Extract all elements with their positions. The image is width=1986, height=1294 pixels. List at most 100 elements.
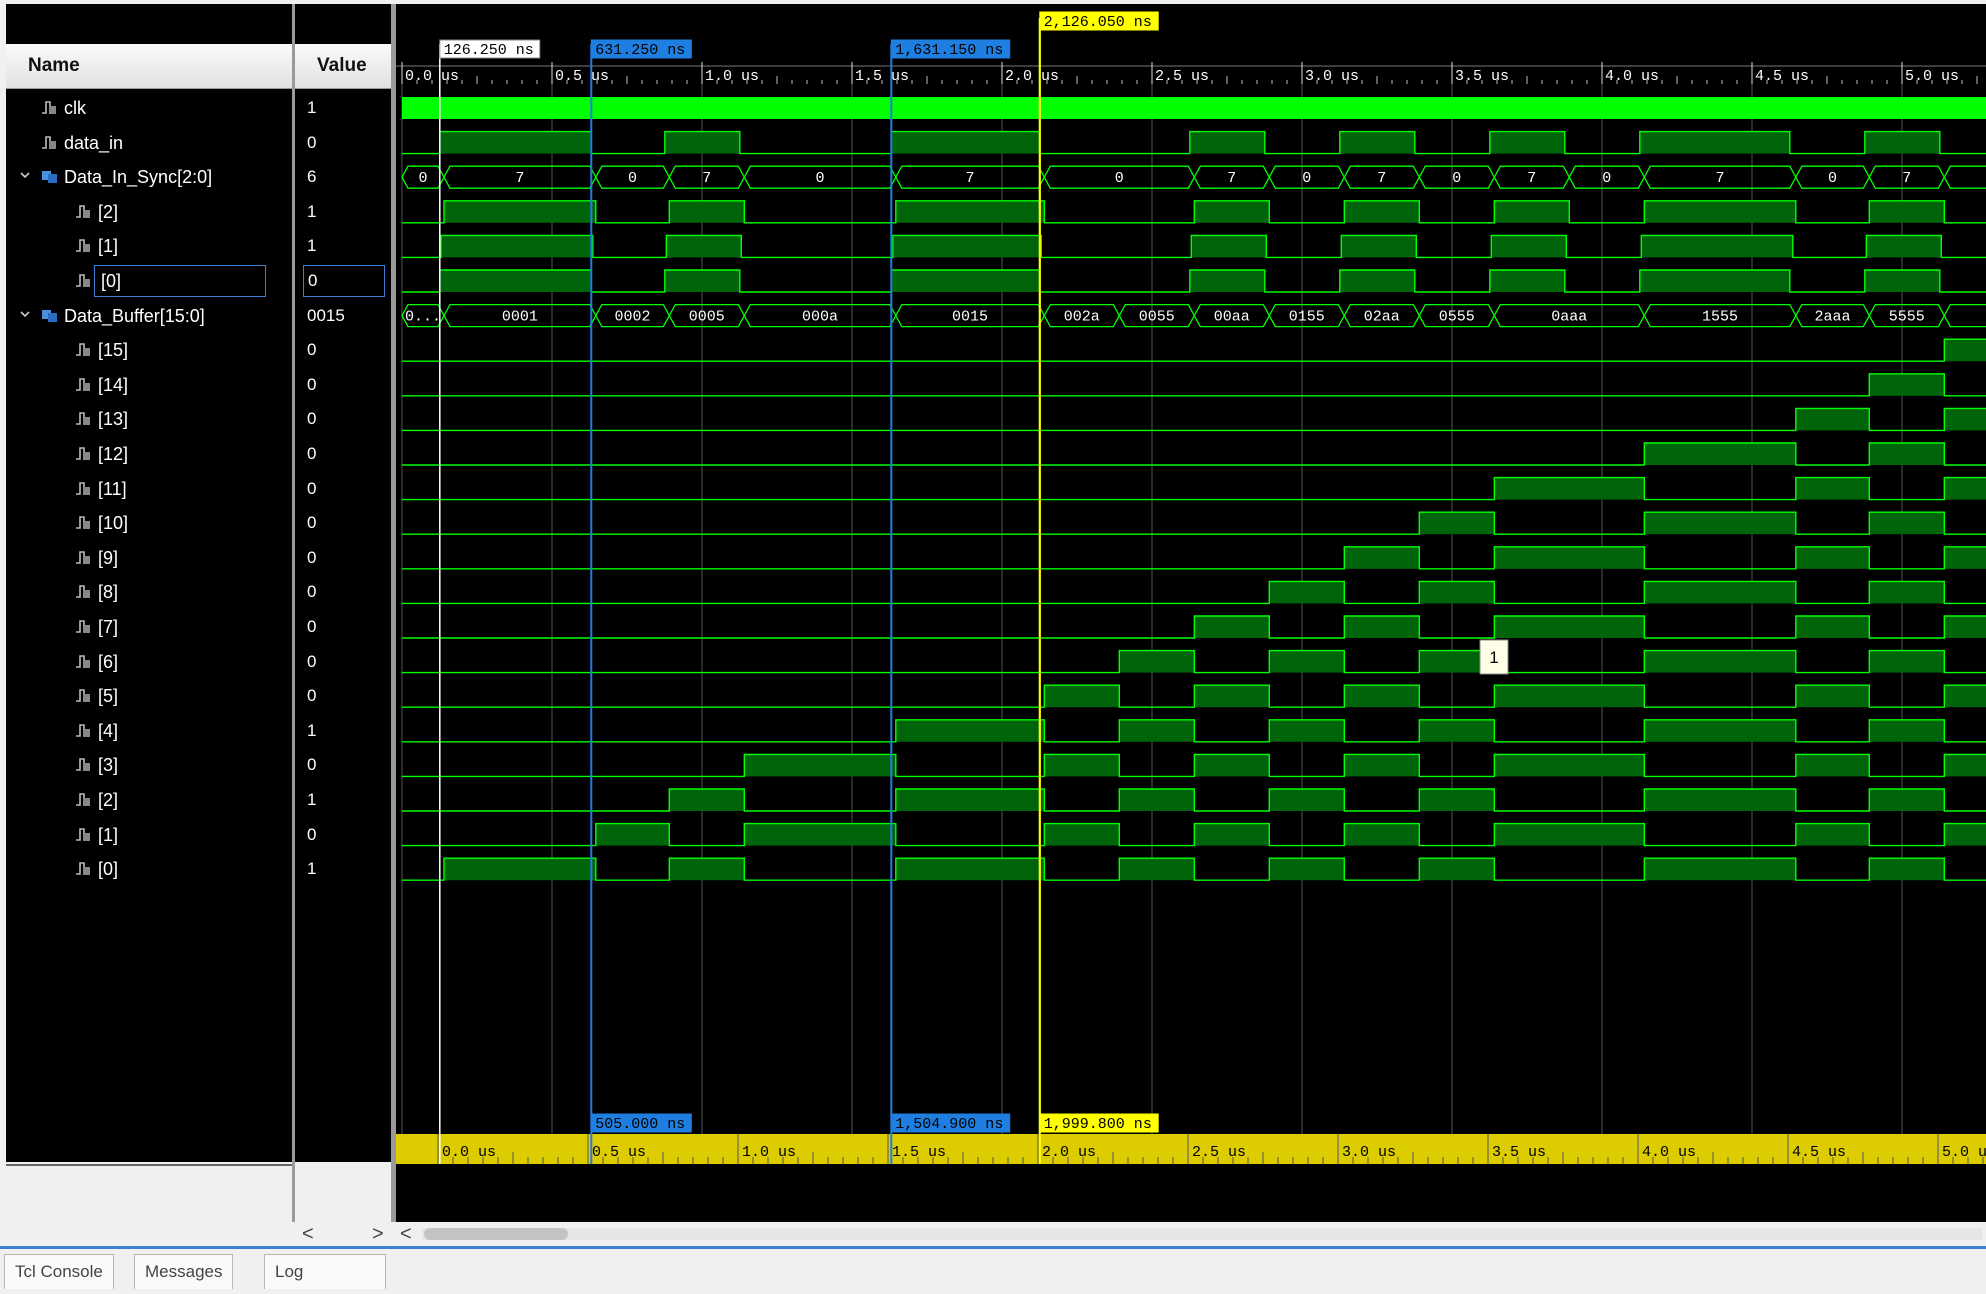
signal-value: 1 bbox=[307, 236, 317, 256]
signal-row[interactable]: [11] bbox=[6, 477, 292, 501]
bit-signal-icon bbox=[74, 686, 92, 709]
data-buffer-bus-value-label: 0015 bbox=[952, 309, 988, 326]
buffer-bit-2-wave-high-fill bbox=[669, 789, 745, 811]
signal-row[interactable]: [13] bbox=[6, 407, 292, 431]
scroll-right-arrow[interactable]: > bbox=[372, 1222, 384, 1246]
signal-row[interactable]: [2] bbox=[6, 200, 292, 224]
wave-scroll-left-arrow[interactable]: < bbox=[400, 1222, 412, 1246]
buffer-bit-2-wave-high-fill bbox=[1269, 789, 1345, 811]
axis-tick-label: 3.0 us bbox=[1342, 1144, 1396, 1161]
signal-name: [15] bbox=[98, 340, 129, 361]
buffer-bit-1-wave-high-fill bbox=[1944, 823, 1986, 846]
signal-value: 0 bbox=[307, 513, 317, 533]
signal-row[interactable]: [3] bbox=[6, 753, 292, 777]
bit-signal-icon bbox=[74, 409, 92, 432]
buffer-bit-6-wave-high-fill bbox=[1869, 650, 1945, 673]
buffer-bit-7-wave-high-fill bbox=[1944, 616, 1986, 638]
signal-row[interactable]: [5] bbox=[6, 684, 292, 708]
tab-messages[interactable]: Messages bbox=[134, 1254, 234, 1289]
buffer-bit-8-wave-high-fill bbox=[1269, 581, 1345, 604]
data-buffer-bus-value-label: 000a bbox=[802, 309, 838, 326]
buffer-bit-5-wave-high-fill bbox=[1494, 685, 1645, 708]
buffer-bit-7-wave-high-fill bbox=[1795, 616, 1870, 638]
signal-row[interactable]: [2] bbox=[6, 788, 292, 812]
signal-row[interactable]: [15] bbox=[6, 338, 292, 362]
bit-signal-icon bbox=[74, 340, 92, 363]
sync-bit-0-wave-high-fill bbox=[891, 270, 1040, 292]
axis-tick-label: 4.0 us bbox=[1642, 1144, 1696, 1161]
buffer-bit-13-wave-high-fill bbox=[1795, 408, 1870, 431]
panel-bottom-border bbox=[0, 1246, 1986, 1249]
name-header-label: Name bbox=[28, 55, 80, 76]
signal-name: [9] bbox=[98, 547, 119, 568]
value-header-label: Value bbox=[317, 55, 367, 76]
sync-bit-1-wave-high-fill bbox=[1191, 235, 1267, 258]
tab-tcl-console[interactable]: Tcl Console bbox=[4, 1254, 114, 1289]
sync-bit-2-wave-high-fill bbox=[1494, 200, 1570, 223]
buffer-bit-15-wave-high-fill bbox=[1944, 339, 1986, 362]
buffer-bit-8-wave-high-fill bbox=[1869, 581, 1945, 604]
buffer-bit-10-wave-high-fill bbox=[1869, 512, 1945, 535]
signal-name: data_in bbox=[64, 132, 124, 153]
axis-tick-label: 3.5 us bbox=[1492, 1144, 1546, 1161]
clk-wave bbox=[402, 97, 1986, 119]
waveform-canvas[interactable]: 0 7 0 7 0 7 0 7 0 7 0 7 0 7 0 7 0... 0001 0002 0005 000a 0015… bbox=[396, 4, 1986, 1244]
signal-value: 0015 bbox=[307, 305, 345, 325]
signal-row[interactable]: [4] bbox=[6, 719, 292, 743]
data-buffer-bus-value-label: 0155 bbox=[1289, 309, 1325, 326]
wave-scroll-track[interactable] bbox=[422, 1228, 1982, 1240]
sync-bit-2-wave-high-fill bbox=[895, 200, 1045, 223]
buffer-bit-7-wave-high-fill bbox=[1494, 616, 1645, 638]
signal-row[interactable]: [10] bbox=[6, 511, 292, 535]
buffer-bit-9-wave bbox=[402, 546, 1986, 570]
signal-name: [0] bbox=[98, 859, 119, 880]
tab-log[interactable]: Log bbox=[264, 1254, 386, 1289]
signal-row[interactable]: Data_Buffer[15:0] bbox=[6, 304, 292, 328]
buffer-bit-0-wave-high-fill bbox=[1869, 858, 1945, 881]
scroll-left-arrow[interactable]: < bbox=[302, 1222, 314, 1246]
buffer-bit-0-wave-high-fill bbox=[669, 858, 745, 881]
signal-row[interactable]: [1] bbox=[6, 823, 292, 847]
value-tooltip: 1 bbox=[1489, 648, 1498, 667]
buffer-bit-6-wave-high-fill bbox=[1119, 650, 1195, 673]
signal-row[interactable]: [6] bbox=[6, 650, 292, 674]
value-column-header[interactable]: Value bbox=[295, 44, 391, 89]
data-in-sync-bus-segment bbox=[1943, 165, 1986, 189]
signal-value: 0 bbox=[307, 132, 317, 152]
name-column-header[interactable]: Name bbox=[6, 44, 292, 89]
chevron-down-icon[interactable] bbox=[19, 304, 31, 328]
sync-bit-0-wave-high-fill bbox=[1489, 270, 1565, 292]
data-in-sync-bus-value-label: 7 bbox=[1716, 170, 1725, 187]
buffer-bit-6-wave-high-fill bbox=[1644, 650, 1796, 673]
signal-row[interactable]: Data_In_Sync[2:0] bbox=[6, 165, 292, 189]
sync-bit-1-wave-high-fill bbox=[1641, 235, 1793, 258]
data-in-wave-high-fill bbox=[891, 131, 1040, 154]
signal-row[interactable]: [12] bbox=[6, 442, 292, 466]
signal-name: clk bbox=[64, 98, 86, 118]
signal-row[interactable]: [0] bbox=[6, 265, 292, 297]
data-in-sync-bus-value-label: 7 bbox=[515, 170, 524, 187]
signal-row[interactable]: [1] bbox=[6, 234, 292, 258]
chevron-down-icon[interactable] bbox=[19, 165, 31, 189]
main-cursor-top-label: 2,126.050 ns bbox=[1044, 14, 1152, 31]
sync-bit-0-wave-high-fill bbox=[664, 270, 740, 292]
buffer-bit-4-wave-high-fill bbox=[1644, 719, 1796, 742]
waveform-panel[interactable]: 0 7 0 7 0 7 0 7 0 7 0 7 0 7 0 7 0... 0001 0002 0005 000a 0015… bbox=[396, 4, 1986, 1244]
buffer-bit-3-wave-high-fill bbox=[1944, 754, 1986, 777]
signal-row[interactable]: [14] bbox=[6, 373, 292, 397]
signal-row[interactable]: [7] bbox=[6, 615, 292, 639]
signal-row[interactable]: data_in bbox=[6, 131, 292, 155]
signal-row[interactable]: [9] bbox=[6, 546, 292, 570]
buffer-bit-13-wave-high-fill bbox=[1944, 408, 1986, 431]
signal-row[interactable]: clk bbox=[6, 96, 292, 120]
data-in-sync-bus-value-label: 7 bbox=[1227, 170, 1236, 187]
buffer-bit-11-wave-high-fill bbox=[1944, 477, 1986, 500]
buffer-bit-9-wave-high-fill bbox=[1344, 546, 1420, 569]
buffer-bit-9-wave-high-fill bbox=[1494, 546, 1645, 569]
main-cursor-bottom-label: 1,999.800 ns bbox=[1044, 1116, 1152, 1133]
wave-scroll-thumb[interactable] bbox=[424, 1228, 568, 1240]
signal-row[interactable]: [0] bbox=[6, 857, 292, 881]
signal-value: 0 bbox=[307, 340, 317, 360]
data-in-sync-bus-value-label: 0 bbox=[1115, 170, 1124, 187]
signal-row[interactable]: [8] bbox=[6, 580, 292, 604]
